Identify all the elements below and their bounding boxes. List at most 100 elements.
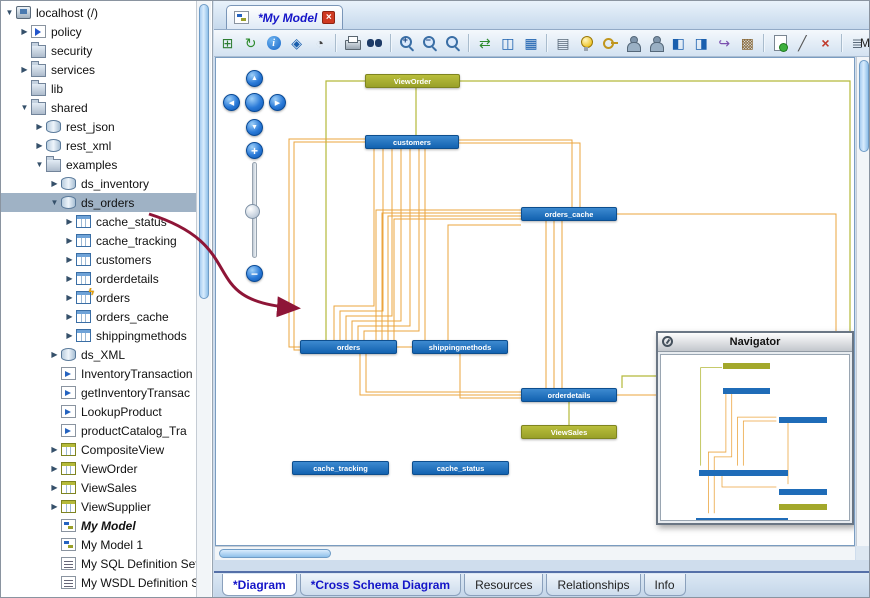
entity-cache-tracking[interactable]: cache_tracking [292, 461, 389, 475]
tree-item-cache-status[interactable]: ▶cache_status [1, 212, 197, 231]
pan-down-button[interactable]: ▼ [246, 119, 263, 136]
expander-icon[interactable]: ▶ [18, 65, 31, 74]
tree-item-my-wsdl-definition-se[interactable]: My WSDL Definition Se [1, 573, 197, 592]
tree-item-lib[interactable]: lib [1, 79, 197, 98]
expander-icon[interactable]: ▶ [33, 122, 46, 131]
entity-vieworder[interactable]: ViewOrder [365, 74, 460, 88]
tree-item-my-model[interactable]: My Model [1, 516, 197, 535]
zoom-out-button[interactable]: − [246, 265, 263, 282]
vertical-scrollbar-thumb[interactable] [859, 60, 869, 152]
tree-item-examples[interactable]: ▼examples [1, 155, 197, 174]
tree-item-rest-xml[interactable]: ▶rest_xml [1, 136, 197, 155]
tree-item-localhost[interactable]: ▼localhost (/) [1, 3, 197, 22]
navigator-panel[interactable]: Navigator [656, 331, 854, 525]
expander-icon[interactable]: ▼ [18, 103, 31, 112]
tree-item-my-model-1[interactable]: My Model 1 [1, 535, 197, 554]
expander-icon[interactable]: ▶ [48, 502, 61, 511]
expander-icon[interactable]: ▶ [63, 293, 76, 302]
entity-cache-status[interactable]: cache_status [412, 461, 509, 475]
diagram-canvas[interactable]: ▲ ◀ ▶ ▼ + − Navigator [215, 57, 855, 546]
page-schema-icon[interactable]: ◨ [692, 33, 711, 53]
expander-icon[interactable]: ▶ [63, 312, 76, 321]
tree-item-vieworder[interactable]: ▶ViewOrder [1, 459, 197, 478]
tree-item-productcatalog-tra[interactable]: productCatalog_Tra [1, 421, 197, 440]
entity-shippingmethods[interactable]: shippingmethods [412, 340, 508, 354]
entity-viewsales[interactable]: ViewSales [521, 425, 617, 439]
entity-orderdetails[interactable]: orderdetails [521, 388, 617, 402]
tree-item-orders-cache[interactable]: ▶orders_cache [1, 307, 197, 326]
auto-layout-icon[interactable]: ◔ [310, 33, 329, 53]
expander-icon[interactable]: ▶ [48, 483, 61, 492]
tree-item-compositeview[interactable]: ▶CompositeView [1, 440, 197, 459]
horizontal-scrollbar-thumb[interactable] [219, 549, 331, 558]
palette-icon[interactable]: ▩ [738, 33, 757, 53]
expander-icon[interactable]: ▼ [48, 198, 61, 207]
entity-orders[interactable]: orders [300, 340, 397, 354]
expander-icon[interactable]: ▼ [3, 8, 16, 17]
navigator-titlebar[interactable]: Navigator [658, 333, 852, 352]
tree-item-services[interactable]: ▶services [1, 60, 197, 79]
tree-item-rest-json[interactable]: ▶rest_json [1, 117, 197, 136]
canvas-horizontal-scrollbar[interactable] [215, 546, 855, 560]
tree-item-ds-inventory[interactable]: ▶ds_inventory [1, 174, 197, 193]
tree-item-viewsupplier[interactable]: ▶ViewSupplier [1, 497, 197, 516]
tree-item-shippingmethods[interactable]: ▶shippingmethods [1, 326, 197, 345]
panel-icon[interactable]: ▤ [553, 33, 572, 53]
tab-relationships[interactable]: Relationships [546, 574, 640, 596]
tree-item-ds-orders[interactable]: ▼ds_orders [1, 193, 197, 212]
expander-icon[interactable]: ▶ [63, 331, 76, 340]
model-layout-icon[interactable]: ⊞ [218, 33, 237, 53]
pan-left-button[interactable]: ◀ [223, 94, 240, 111]
navigator-minimap[interactable] [660, 354, 850, 521]
find-icon[interactable] [365, 33, 384, 53]
tab-close-button[interactable]: × [322, 11, 335, 24]
entity-customers[interactable]: customers [365, 135, 459, 149]
draw-line-icon[interactable]: ╱ [793, 33, 812, 53]
info-icon[interactable]: i [264, 33, 283, 53]
tab-diagram[interactable]: *Diagram [222, 574, 297, 596]
tree-scrollbar[interactable] [196, 1, 211, 598]
new-resource-icon[interactable] [770, 33, 789, 53]
tab-cross-schema-diagram[interactable]: *Cross Schema Diagram [300, 574, 461, 596]
tab-info[interactable]: Info [644, 574, 686, 596]
expander-icon[interactable]: ▶ [48, 179, 61, 188]
expander-icon[interactable]: ▶ [48, 445, 61, 454]
expander-icon[interactable]: ▶ [63, 236, 76, 245]
users-icon[interactable] [646, 33, 665, 53]
zoom-slider-handle[interactable] [245, 204, 260, 219]
print-icon[interactable] [342, 33, 361, 53]
pan-right-button[interactable]: ▶ [269, 94, 286, 111]
toolbar-overflow-label[interactable]: M [860, 36, 870, 50]
page-model-icon[interactable]: ◧ [669, 33, 688, 53]
tree-item-inventorytransaction[interactable]: InventoryTransaction [1, 364, 197, 383]
tree-item-cache-tracking[interactable]: ▶cache_tracking [1, 231, 197, 250]
refresh-icon[interactable]: ↻ [241, 33, 260, 53]
tree-item-orderdetails[interactable]: ▶orderdetails [1, 269, 197, 288]
canvas-vertical-scrollbar[interactable] [856, 57, 870, 546]
delete-icon[interactable]: × [816, 33, 835, 53]
tree-item-viewsales[interactable]: ▶ViewSales [1, 478, 197, 497]
tree-item-policy[interactable]: ▶policy [1, 22, 197, 41]
zoom-level-icon[interactable] [443, 33, 462, 53]
show-dependents-icon[interactable]: ▦ [521, 33, 540, 53]
zoom-out-icon[interactable]: − [420, 33, 439, 53]
entity-orders-cache[interactable]: orders_cache [521, 207, 617, 221]
tree-item-my-sql-definition-set[interactable]: My SQL Definition Set [1, 554, 197, 573]
tree-scrollbar-thumb[interactable] [199, 4, 209, 299]
tab-my-model[interactable]: *My Model × [226, 5, 343, 29]
pan-up-button[interactable]: ▲ [246, 70, 263, 87]
pan-center-button[interactable] [245, 93, 264, 112]
expander-icon[interactable]: ▶ [48, 464, 61, 473]
expander-icon[interactable]: ▶ [63, 255, 76, 264]
bulb-icon[interactable] [576, 33, 595, 53]
show-dependencies-icon[interactable]: ◫ [498, 33, 517, 53]
zoom-in-button[interactable]: + [246, 142, 263, 159]
zoom-in-icon[interactable]: + [397, 33, 416, 53]
tree-item-orders[interactable]: ▶ϟorders [1, 288, 197, 307]
expander-icon[interactable]: ▶ [63, 217, 76, 226]
tree-item-lookupproduct[interactable]: LookupProduct [1, 402, 197, 421]
tab-resources[interactable]: Resources [464, 574, 543, 596]
tree-item-ds-xml[interactable]: ▶ds_XML [1, 345, 197, 364]
fit-diagram-icon[interactable]: ◈ [287, 33, 306, 53]
expander-icon[interactable]: ▶ [48, 350, 61, 359]
